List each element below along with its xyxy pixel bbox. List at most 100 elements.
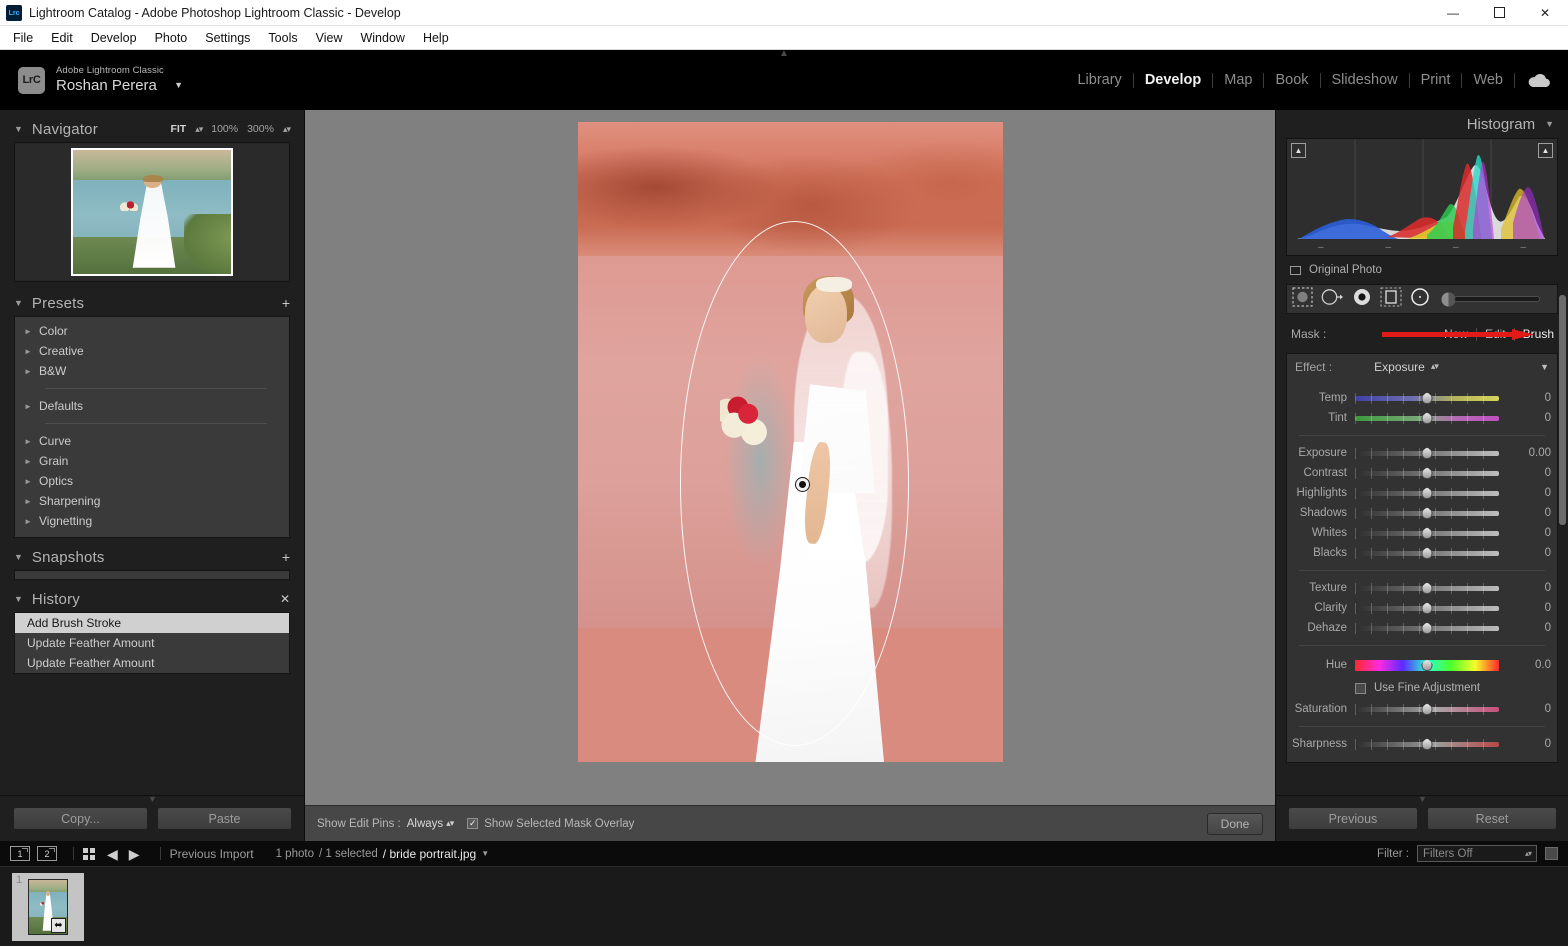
show-mask-overlay-checkbox[interactable]: ✓ <box>467 818 479 829</box>
slider-track[interactable] <box>1355 487 1499 499</box>
history-header[interactable]: ▼ History ✕ <box>14 586 290 612</box>
paste-button[interactable]: Paste <box>157 807 292 830</box>
slider-value[interactable]: 0 <box>1509 527 1551 539</box>
slider-saturation[interactable]: Saturation 0 <box>1287 699 1557 719</box>
snapshots-list[interactable] <box>14 570 290 580</box>
close-button[interactable]: ✕ <box>1522 0 1568 26</box>
use-fine-adjustment-row[interactable]: Use Fine Adjustment <box>1287 677 1557 699</box>
go-back-icon[interactable]: ◀ <box>107 847 118 861</box>
source-label[interactable]: Previous Import <box>170 847 254 861</box>
slider-value[interactable]: 0 <box>1509 622 1551 634</box>
menu-tools[interactable]: Tools <box>259 28 306 48</box>
module-print[interactable]: Print <box>1410 72 1462 88</box>
screen-2-button[interactable]: 2 <box>37 846 57 861</box>
go-forward-icon[interactable]: ▶ <box>129 847 140 861</box>
history-clear-icon[interactable]: ✕ <box>280 593 290 605</box>
module-book[interactable]: Book <box>1264 72 1319 88</box>
preset-group-curve[interactable]: ► Curve <box>15 431 289 451</box>
filename-caret-icon[interactable]: ▼ <box>481 849 489 858</box>
module-map[interactable]: Map <box>1213 72 1263 88</box>
slider-value[interactable]: 0 <box>1509 467 1551 479</box>
slider-hue[interactable]: Hue 0.0 <box>1287 653 1557 677</box>
preset-group-color[interactable]: ► Color <box>15 321 289 341</box>
slider-track[interactable] <box>1355 659 1499 671</box>
slider-track[interactable] <box>1355 412 1499 424</box>
menu-help[interactable]: Help <box>414 28 458 48</box>
filmstrip-thumbnail[interactable]: ⬌ <box>28 878 68 935</box>
navigator-preview[interactable] <box>14 142 290 282</box>
effect-value[interactable]: Exposure <box>1374 360 1425 374</box>
menu-develop[interactable]: Develop <box>82 28 146 48</box>
filter-select[interactable]: Filters Off ▴▾ <box>1417 845 1537 862</box>
slider-value[interactable]: 0 <box>1509 412 1551 424</box>
menu-photo[interactable]: Photo <box>146 28 197 48</box>
preset-group-optics[interactable]: ► Optics <box>15 471 289 491</box>
filter-toggle-button[interactable] <box>1545 847 1558 860</box>
module-develop[interactable]: Develop <box>1134 72 1212 88</box>
presets-header[interactable]: ▼ Presets + <box>14 290 290 316</box>
slider-value[interactable]: 0 <box>1509 703 1551 715</box>
select-subject-icon[interactable] <box>1292 286 1313 312</box>
linear-gradient-icon[interactable] <box>1320 287 1344 312</box>
preset-group-bw[interactable]: ► B&W <box>15 361 289 381</box>
previous-button[interactable]: Previous <box>1288 807 1418 830</box>
menu-edit[interactable]: Edit <box>42 28 82 48</box>
done-button[interactable]: Done <box>1207 812 1263 835</box>
module-slideshow[interactable]: Slideshow <box>1321 72 1409 88</box>
original-photo-row[interactable]: Original Photo <box>1276 256 1568 282</box>
slider-highlights[interactable]: Highlights 0 <box>1287 483 1557 503</box>
left-panel-toggle[interactable]: ▼ <box>148 794 157 804</box>
histogram-shadow-clip-icon[interactable]: ▲ <box>1291 143 1306 158</box>
histogram-highlight-clip-icon[interactable]: ▲ <box>1538 143 1553 158</box>
slider-value[interactable]: 0 <box>1509 547 1551 559</box>
slider-track[interactable] <box>1355 602 1499 614</box>
navigator-zoom-300[interactable]: 300% <box>247 123 274 135</box>
navigator-fit[interactable]: FIT <box>170 123 186 135</box>
radial-gradient-icon[interactable] <box>1351 287 1373 312</box>
history-item[interactable]: Add Brush Stroke <box>15 613 289 633</box>
mask-brush-button[interactable]: Brush <box>1523 327 1554 341</box>
slider-value[interactable]: 0 <box>1509 487 1551 499</box>
right-panel-scrollbar[interactable] <box>1559 295 1566 525</box>
maximize-button[interactable] <box>1476 0 1522 26</box>
history-disclosure-icon[interactable]: ▼ <box>14 594 23 604</box>
preset-group-grain[interactable]: ► Grain <box>15 451 289 471</box>
develop-adjustment-badge-icon[interactable]: ⬌ <box>51 917 66 933</box>
menu-file[interactable]: File <box>4 28 42 48</box>
module-web[interactable]: Web <box>1462 72 1514 88</box>
navigator-disclosure-icon[interactable]: ▼ <box>14 124 23 134</box>
slider-value[interactable]: 0 <box>1509 507 1551 519</box>
identity-plate[interactable]: LrC Adobe Lightroom Classic Roshan Perer… <box>18 66 183 94</box>
slider-value[interactable]: 0.0 <box>1509 659 1551 671</box>
top-panel-toggle[interactable]: ▲ <box>779 49 789 59</box>
slider-shadows[interactable]: Shadows 0 <box>1287 503 1557 523</box>
slider-track[interactable] <box>1355 527 1499 539</box>
history-item[interactable]: Update Feather Amount <box>15 633 289 653</box>
slider-value[interactable]: 0 <box>1509 602 1551 614</box>
slider-dehaze[interactable]: Dehaze 0 <box>1287 618 1557 638</box>
brush-size-slider[interactable] <box>1440 291 1540 308</box>
preset-group-defaults[interactable]: ► Defaults <box>15 396 289 416</box>
right-panel-toggle[interactable]: ▼ <box>1418 794 1427 804</box>
copy-button[interactable]: Copy... <box>13 807 148 830</box>
histogram-graph[interactable]: ▲ ▲ – – – – <box>1286 138 1558 256</box>
slider-value[interactable]: 0 <box>1509 582 1551 594</box>
slider-track[interactable] <box>1355 622 1499 634</box>
slider-track[interactable] <box>1355 392 1499 404</box>
slider-track[interactable] <box>1355 507 1499 519</box>
screen-1-button[interactable]: 1 <box>10 846 30 861</box>
effect-spinner-icon[interactable]: ▴▾ <box>1431 361 1439 372</box>
snapshots-add-icon[interactable]: + <box>282 550 290 564</box>
slider-track[interactable] <box>1355 582 1499 594</box>
photo-preview[interactable] <box>577 122 1003 762</box>
slider-value[interactable]: 0.00 <box>1509 447 1551 459</box>
mask-new-button[interactable]: New <box>1444 327 1468 341</box>
slider-temp[interactable]: Temp 0 <box>1287 388 1557 408</box>
navigator-zoom-100[interactable]: 100% <box>211 123 238 135</box>
menu-settings[interactable]: Settings <box>196 28 259 48</box>
slider-value[interactable]: 0 <box>1509 392 1551 404</box>
preset-group-creative[interactable]: ► Creative <box>15 341 289 361</box>
navigator-zoom-spinner-icon[interactable]: ▴▾ <box>283 124 291 135</box>
slider-contrast[interactable]: Contrast 0 <box>1287 463 1557 483</box>
slider-track[interactable] <box>1355 547 1499 559</box>
